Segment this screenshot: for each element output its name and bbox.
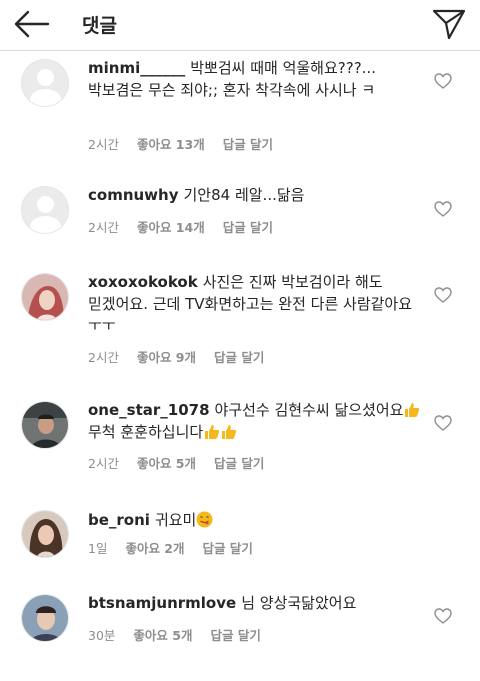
comment-time: 2시간 [88,220,119,235]
reply-button[interactable]: 답글 달기 [223,134,273,153]
comment-meta: 2시간 좋아요 13개 답글 달기 [88,134,291,153]
avatar-photo [22,274,68,320]
paper-plane-icon[interactable] [428,6,468,42]
thumbs-up-emoji [205,424,220,439]
comment-text: 님 양상국닮았어요 [241,594,357,612]
reply-button[interactable]: 답글 달기 [223,217,273,236]
like-count[interactable]: 좋아요 14개 [137,217,205,236]
like-count[interactable]: 좋아요 13개 [137,134,205,153]
comment-time: 2시간 [88,350,119,365]
comment-text: 귀요미 [154,511,197,529]
comment-time: 30분 [88,628,116,643]
comment-item: comnuwhy 기안84 레알...닮음 2시간 좋아요 14개 답글 달기 [0,183,480,253]
avatar[interactable] [21,273,69,321]
heart-outline-icon[interactable] [434,608,452,624]
avatar-photo [22,595,68,641]
comment-time: 2시간 [88,456,119,471]
comment-time: 2시간 [88,137,119,152]
like-count[interactable]: 좋아요 2개 [125,538,184,557]
comment-username[interactable]: one_star_1078 [88,401,210,419]
comment-body: one_star_1078 야구선수 김현수씨 닮으셨어요 무척 훈훈하십니다 [88,400,423,443]
reply-button[interactable]: 답글 달기 [214,453,264,472]
comment-item: one_star_1078 야구선수 김현수씨 닮으셨어요 무척 훈훈하십니다 2… [0,398,480,478]
heart-outline-icon[interactable] [434,287,452,303]
like-count[interactable]: 좋아요 5개 [137,453,196,472]
avatar[interactable] [21,186,69,234]
comment-item: minmi______ 박뽀검씨 때매 억울해요???...박보겸은 무슨 죄야;… [0,56,480,166]
thumbs-up-emoji [222,424,237,439]
comment-item: xoxoxokokok 사진은 진짜 박보검이라 해도 믿겠어요. 근데 TV화면… [0,270,480,370]
comment-meta: 1일 좋아요 2개 답글 달기 [88,538,271,557]
heart-outline-icon[interactable] [434,73,452,89]
comment-meta: 2시간 좋아요 5개 답글 달기 [88,453,282,472]
comment-username[interactable]: be_roni [88,511,150,529]
comment-meta: 2시간 좋아요 14개 답글 달기 [88,217,291,236]
comment-body: btsnamjunrmlove 님 양상국닮았어요 [88,593,423,615]
comment-body: be_roni 귀요미 [88,510,423,532]
like-count[interactable]: 좋아요 9개 [137,347,196,366]
comment-meta: 2시간 좋아요 9개 답글 달기 [88,347,282,366]
app-header: 댓글 [0,0,480,51]
comment-meta: 30분 좋아요 5개 답글 달기 [88,625,279,644]
comment-body: comnuwhy 기안84 레알...닮음 [88,185,423,207]
avatar[interactable] [21,401,69,449]
comment-item: be_roni 귀요미 1일 좋아요 2개 답글 달기 [0,508,480,578]
reply-button[interactable]: 답글 달기 [203,538,253,557]
comment-item: btsnamjunrmlove 님 양상국닮았어요 30분 좋아요 5개 답글 달기 [0,593,480,663]
avatar[interactable] [21,594,69,642]
comment-text-continued: 무척 훈훈하십니다 [88,422,204,441]
comment-body: xoxoxokokok 사진은 진짜 박보검이라 해도 믿겠어요. 근데 TV화면… [88,272,423,337]
comment-username[interactable]: minmi______ [88,59,185,77]
heart-outline-icon[interactable] [434,415,452,431]
comment-time: 1일 [88,541,108,556]
page-title: 댓글 [82,15,117,37]
heart-outline-icon[interactable] [434,201,452,217]
comment-username[interactable]: comnuwhy [88,186,179,204]
comment-text: 기안84 레알...닮음 [183,186,305,204]
like-count[interactable]: 좋아요 5개 [133,625,192,644]
reply-button[interactable]: 답글 달기 [214,347,264,366]
comment-username[interactable]: xoxoxokokok [88,273,198,291]
arrow-left-icon[interactable] [12,8,52,40]
comment-body: minmi______ 박뽀검씨 때매 억울해요???...박보겸은 무슨 죄야;… [88,58,423,101]
avatar-photo [22,402,68,448]
avatar[interactable] [21,59,69,107]
thumbs-up-emoji [405,403,420,417]
avatar[interactable] [21,510,69,558]
comment-text: 야구선수 김현수씨 닮으셨어요 [214,401,404,419]
reply-button[interactable]: 답글 달기 [210,625,260,644]
yum-face-emoji [196,511,213,528]
avatar-photo [22,511,68,557]
comment-username[interactable]: btsnamjunrmlove [88,594,236,612]
